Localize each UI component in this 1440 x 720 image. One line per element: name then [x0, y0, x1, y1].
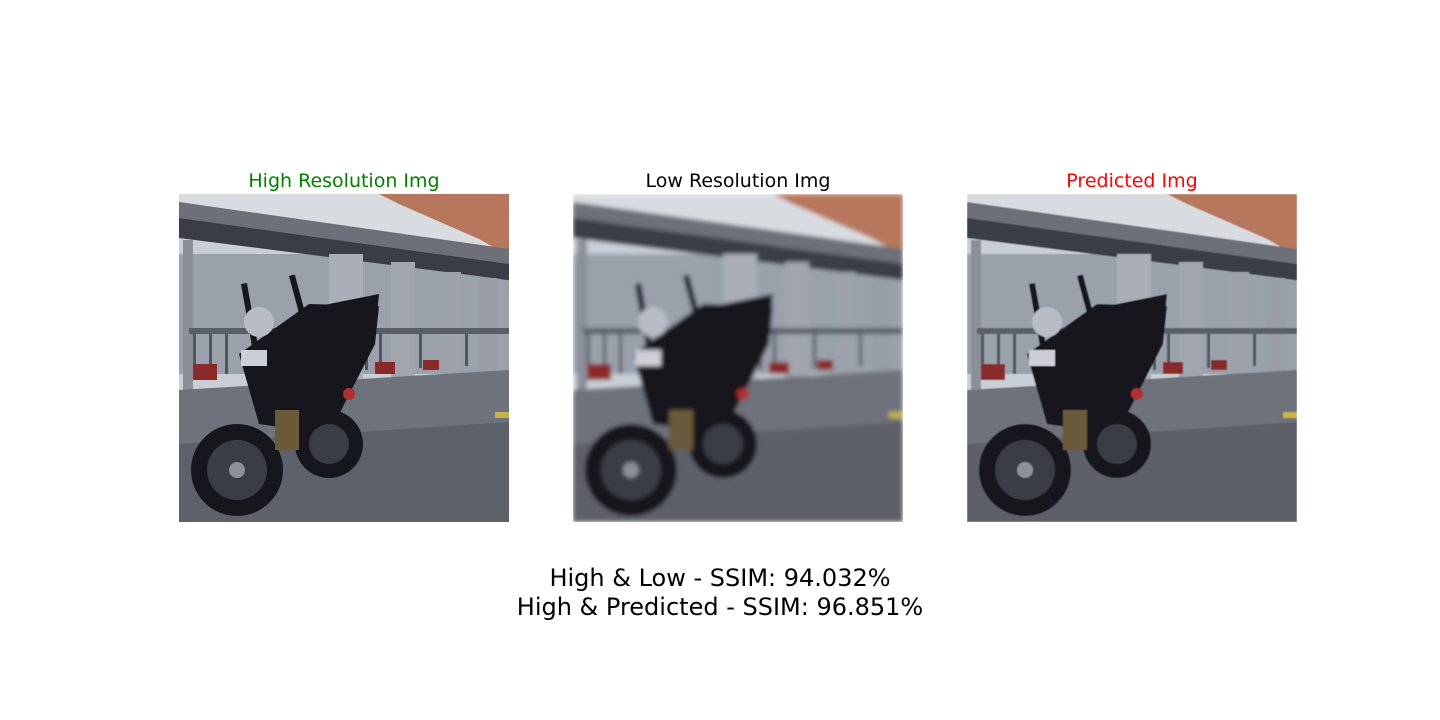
- predicted-panel: Predicted Img: [967, 168, 1297, 522]
- predicted-title: Predicted Img: [1066, 170, 1198, 192]
- high-resolution-panel: High Resolution Img: [179, 168, 509, 522]
- ssim-caption: High & Low - SSIM: 94.032% High & Predic…: [0, 564, 1440, 622]
- low-resolution-image: [573, 194, 903, 522]
- predicted-image: [967, 194, 1297, 522]
- low-resolution-panel: Low Resolution Img: [573, 168, 903, 522]
- high-resolution-title: High Resolution Img: [248, 170, 440, 192]
- low-resolution-title: Low Resolution Img: [645, 170, 831, 192]
- ssim-high-predicted: High & Predicted - SSIM: 96.851%: [516, 593, 924, 621]
- high-resolution-image: [179, 194, 509, 522]
- ssim-high-low: High & Low - SSIM: 94.032%: [549, 564, 891, 592]
- comparison-figure: High Resolution Img Low Resolution Img P…: [0, 0, 1440, 720]
